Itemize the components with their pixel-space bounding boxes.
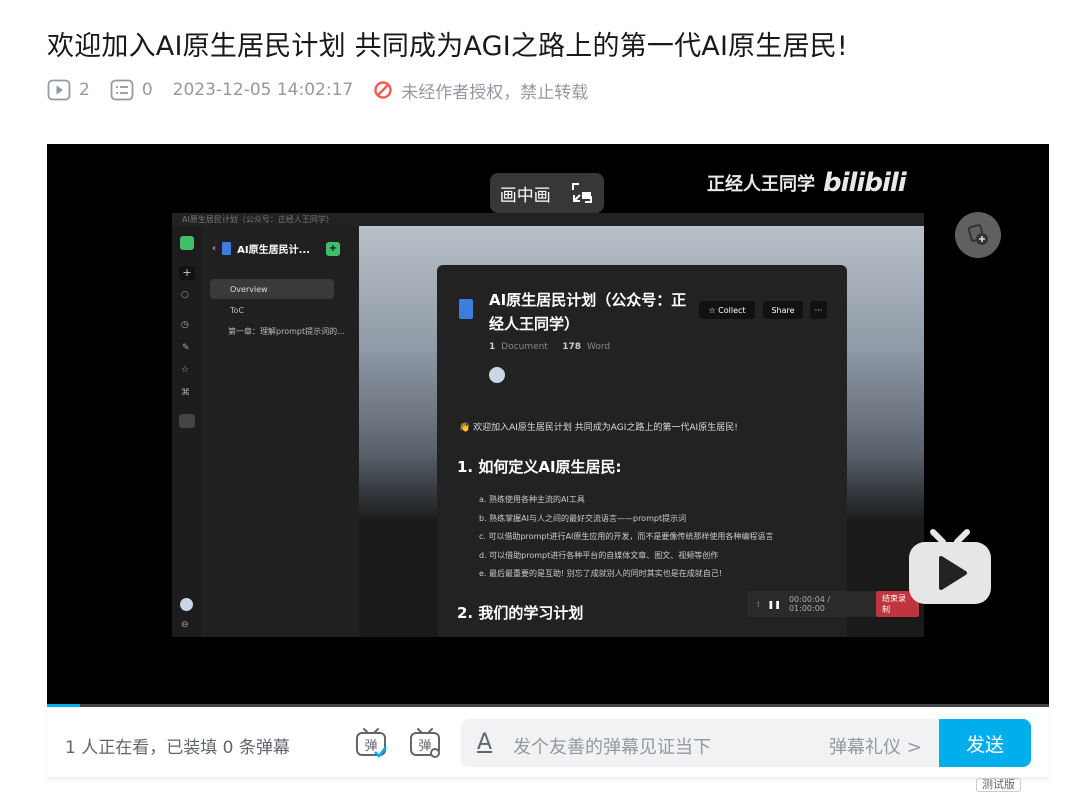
sidebar-item-overview: Overview (210, 279, 334, 299)
list-item: a. 熟练使用各种主流的AI工具 (479, 495, 585, 504)
danmaku-count-value: 0 (141, 80, 153, 100)
list-item: d. 可以借助prompt进行各种平台的自媒体文章、图文、视频等创作 (479, 550, 719, 560)
intro-line: 👋 欢迎加入AI原生居民计划 共同成为AGI之路上的第一代AI原生居民! (459, 423, 738, 433)
add-to-watchlater-button[interactable] (955, 212, 1001, 258)
graph-icon: ⌘ (181, 388, 190, 398)
list-item: b. 熟练掌握AI与人之间的最好交流语言——prompt提示词 (479, 513, 687, 523)
document-stats: 1 Document 178 Word (489, 342, 610, 352)
book-icon (179, 414, 195, 428)
watchlater-icon (967, 224, 988, 245)
recording-bar: ⁞ ❚❚ 00:00:04 / 01:00:00 结束录制 (747, 591, 919, 617)
danmaku-input[interactable]: 发个友善的弹幕见证当下 (513, 733, 711, 759)
intro-text: 欢迎加入AI原生居民计划 共同成为AGI之路上的第一代AI原生居民! (473, 423, 738, 433)
video-player[interactable]: AI原生居民计划（公众号：正经人王同学） + ○ ◷ ✎ ☆ ⌘ ⊖ ‹ AI原… (47, 144, 1049, 706)
pip-icon (572, 183, 593, 203)
list-item: e. 最后最重要的是互助! 别忘了成就别人的同时其实也是在成就自己! (479, 569, 722, 578)
doc-count-label: Document (501, 342, 548, 352)
send-button[interactable]: 发送 (939, 719, 1031, 767)
danmaku-etiquette-link[interactable]: 弹幕礼仪 > (829, 733, 922, 759)
svg-text:弹: 弹 (418, 739, 431, 754)
danmaku-icon (110, 79, 134, 101)
app-icon-column: + ○ ◷ ✎ ☆ ⌘ ⊖ (172, 226, 202, 637)
viewer-count: 1 人正在看，已装填 0 条弹幕 (65, 738, 290, 758)
search-icon: ○ (181, 290, 189, 300)
recording-time: 00:00:04 / 01:00:00 (788, 595, 831, 613)
sidebar-header: ‹ AI原生居民计... + (212, 241, 340, 256)
play-count: 2 (47, 79, 90, 101)
screen-recording: AI原生居民计划（公众号：正经人王同学） + ○ ◷ ✎ ☆ ⌘ ⊖ ‹ AI原… (172, 213, 924, 637)
document-title: AI原生居民计划（公众号：正经人王同学） (489, 291, 687, 333)
author-avatar (489, 367, 505, 383)
heading-2: 2. 我们的学习计划 (457, 604, 584, 622)
document-card: AI原生居民计划（公众号：正经人王同学） ☆ Collect Share ···… (437, 265, 847, 637)
heading-1: 1. 如何定义AI原生居民: (457, 458, 622, 476)
pause-icon: ❚❚ (767, 599, 781, 609)
video-meta: 2 0 2023-12-05 14:02:17 未经作者授权，禁止转载 (47, 77, 588, 103)
document-icon (459, 299, 473, 319)
player-footer: 1 人正在看，已装填 0 条弹幕 弹 弹 A 发个友善的弹幕见证当下 弹幕礼仪 … (47, 707, 1049, 777)
app-sidebar: ‹ AI原生居民计... + Overview ToC 第一章：理解prompt… (202, 226, 359, 637)
copyright-notice: 未经作者授权，禁止转载 (373, 78, 588, 103)
video-title: 欢迎加入AI原生居民计划 共同成为AGI之路上的第一代AI原生居民! (47, 31, 848, 62)
drag-handle-icon: ⁞ (757, 599, 760, 609)
danmaku-count: 0 (110, 79, 153, 101)
settings-icon: ⊖ (181, 620, 189, 630)
sidebar-item-chapter: 第一章：理解prompt提示词的... (228, 327, 345, 336)
definition-list: a. 熟练使用各种主流的AI工具 b. 熟练掌握AI与人之间的最好交流语言——p… (479, 491, 773, 584)
collect-button: ☆ Collect (699, 301, 755, 319)
forbidden-icon (374, 81, 392, 99)
add-page-icon: + (325, 241, 340, 256)
watermark: 正经人王同学 bilibili (707, 168, 907, 198)
pip-button[interactable]: 画中画 (490, 173, 604, 213)
publish-date: 2023-12-05 14:02:17 (172, 80, 354, 100)
app-logo-icon (180, 236, 194, 250)
play-count-value: 2 (79, 80, 90, 100)
collect-label: Collect (718, 305, 746, 315)
notebook-icon (222, 242, 232, 255)
clock-icon: ◷ (181, 320, 189, 330)
share-button: Share (763, 301, 803, 319)
danmaku-settings-icon[interactable]: 弹 (409, 727, 441, 759)
back-icon: ‹ (212, 243, 217, 254)
doc-count: 1 (489, 342, 496, 352)
word-count-label: Word (587, 342, 611, 352)
play-tv-icon[interactable] (909, 529, 991, 604)
sidebar-header-label: AI原生居民计... (237, 245, 310, 256)
add-icon: + (179, 266, 195, 280)
watermark-text: 正经人王同学 (707, 174, 815, 195)
pen-icon: ✎ (182, 343, 190, 353)
list-item: c. 可以借助prompt进行AI原生应用的开发，而不是要像传统那样使用各种编程… (479, 532, 774, 541)
more-icon: ··· (810, 301, 827, 319)
copyright-text: 未经作者授权，禁止转载 (401, 82, 589, 103)
word-count: 178 (562, 342, 582, 352)
pip-label: 画中画 (499, 185, 551, 206)
app-window-title: AI原生居民计划（公众号：正经人王同学） (172, 213, 924, 226)
danmaku-toggle-icon[interactable]: 弹 (355, 727, 387, 759)
user-avatar (180, 598, 193, 611)
font-style-icon[interactable]: A (477, 730, 492, 755)
play-icon (47, 79, 71, 101)
star-icon: ☆ (181, 365, 190, 375)
bilibili-logo: bilibili (823, 168, 907, 198)
sidebar-item-toc: ToC (230, 306, 245, 315)
